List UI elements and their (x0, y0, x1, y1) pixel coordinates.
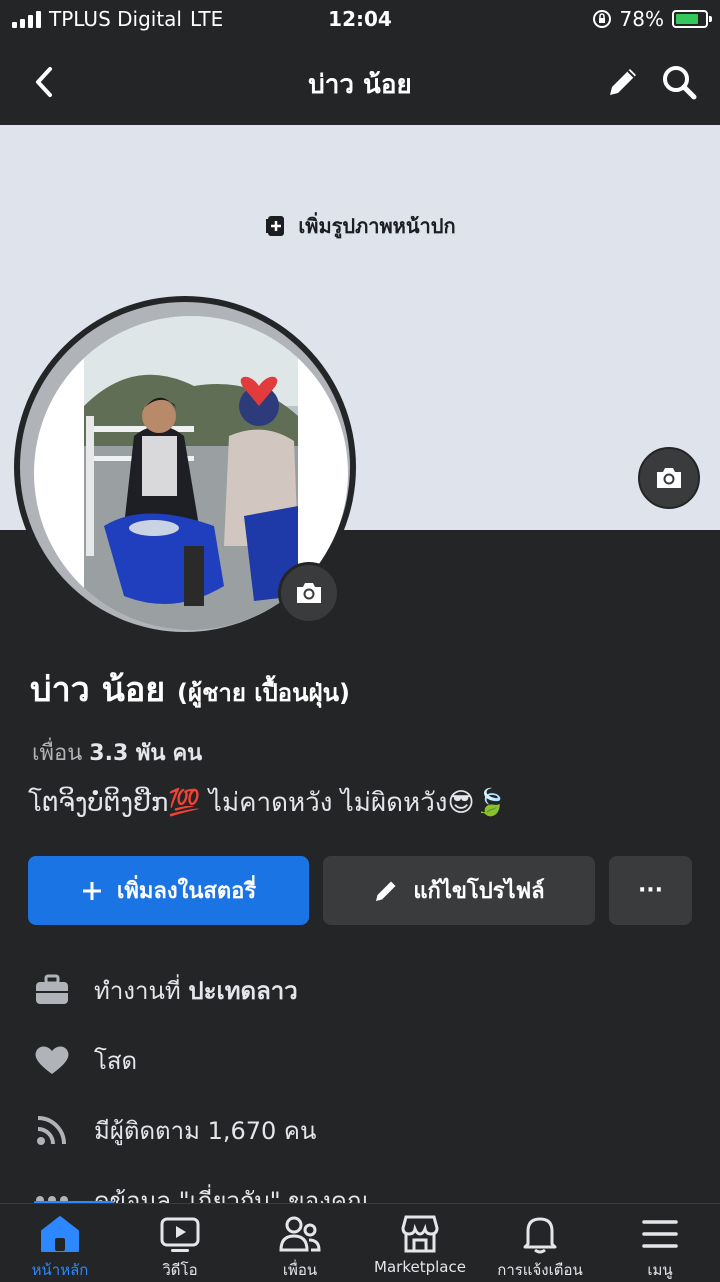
more-button[interactable]: ··· (609, 856, 692, 925)
cover-camera-button[interactable] (638, 447, 700, 509)
battery-icon (672, 10, 712, 28)
tab-marketplace[interactable]: Marketplace (360, 1214, 480, 1276)
tab-friends-label: เพื่อน (282, 1261, 318, 1279)
tab-menu[interactable]: เมนู (600, 1214, 720, 1282)
rotation-lock-icon (592, 10, 611, 28)
search-button[interactable] (657, 60, 701, 104)
home-icon (41, 1216, 79, 1252)
marketplace-icon (401, 1215, 439, 1253)
video-icon (160, 1217, 200, 1252)
plus-icon (82, 881, 101, 900)
detail-work: ทำงานที่ ปะเทดลาว (32, 970, 298, 1010)
battery-fill (676, 14, 698, 24)
tab-marketplace-label: Marketplace (374, 1258, 466, 1276)
tab-home-label: หน้าหลัก (31, 1261, 89, 1279)
status-bar: TPLUS Digital LTE 12:04 78% (0, 0, 720, 40)
bio-text: โຕຈິງບໍ່ຕິງຢືກ💯 ไม่คาดหวัง ไม่ผิดหวัง😎🍃 (28, 788, 507, 818)
camera-icon (657, 468, 681, 488)
detail-followers-value: มีผู้ติดตาม 1,670 คน (94, 1116, 317, 1145)
menu-icon (642, 1220, 678, 1248)
friends-prefix: เพื่อน (32, 741, 83, 766)
detail-relationship: โสด (32, 1040, 137, 1080)
edit-profile-label: แก้ไขโปรไฟล์ (413, 879, 545, 904)
heart-icon (32, 1040, 72, 1080)
edit-profile-button[interactable]: แก้ไขโปรไฟล์ (323, 856, 595, 925)
friends-number: 3.3 พัน (89, 741, 166, 766)
tab-friends[interactable]: เพื่อน (240, 1214, 360, 1282)
profile-alt-name: (ผู้ชาย เปื้อนฝุ่น) (177, 679, 350, 707)
add-story-button[interactable]: เพิ่มลงในสตอรี่ (28, 856, 309, 925)
battery-percent: 78% (619, 7, 664, 31)
rss-icon (32, 1110, 72, 1150)
detail-followers[interactable]: มีผู้ติดตาม 1,670 คน (32, 1110, 316, 1150)
add-cover-label: เพิ่มรูปภาพหน้าปก (298, 214, 456, 238)
profile-camera-button[interactable] (278, 562, 340, 624)
friends-icon (279, 1216, 321, 1252)
edit-button[interactable] (603, 60, 643, 104)
tab-video[interactable]: วิดีโอ (120, 1214, 240, 1282)
bell-icon (523, 1217, 557, 1254)
tab-notifications-label: การแจ้งเตือน (497, 1261, 583, 1279)
more-icon: ··· (637, 878, 664, 903)
camera-icon (297, 583, 321, 603)
detail-work-value: ปะเทดลาว (188, 976, 298, 1005)
detail-work-prefix: ทำงานที่ (94, 976, 181, 1005)
tab-video-label: วิดีโอ (162, 1261, 198, 1279)
detail-relationship-value: โสด (94, 1046, 138, 1075)
friends-count[interactable]: เพื่อน 3.3 พัน คน (32, 735, 202, 770)
friends-suffix: คน (172, 741, 203, 766)
nav-bar: บ่าว น้อย (0, 40, 720, 125)
search-icon (663, 66, 697, 100)
add-photo-icon (266, 216, 285, 236)
add-story-label: เพิ่มลงในสตอรี่ (116, 879, 257, 904)
status-right: 78% (592, 7, 712, 31)
profile-name-main: บ่าว น้อย (30, 670, 166, 710)
pencil-icon (610, 69, 636, 95)
tab-notifications[interactable]: การแจ้งเตือน (480, 1214, 600, 1282)
bottom-tab-bar: หน้าหลัก วิดีโอ เพื่อน Marketplace การแจ… (0, 1203, 720, 1280)
briefcase-icon (32, 970, 72, 1010)
tab-home[interactable]: หน้าหลัก (0, 1214, 120, 1282)
pencil-icon (376, 881, 396, 901)
tab-menu-label: เมนู (647, 1261, 673, 1279)
add-cover-button[interactable]: เพิ่มรูปภาพหน้าปก (0, 210, 720, 242)
profile-name: บ่าว น้อย (ผู้ชาย เปื้อนฝุ่น) (30, 662, 350, 716)
